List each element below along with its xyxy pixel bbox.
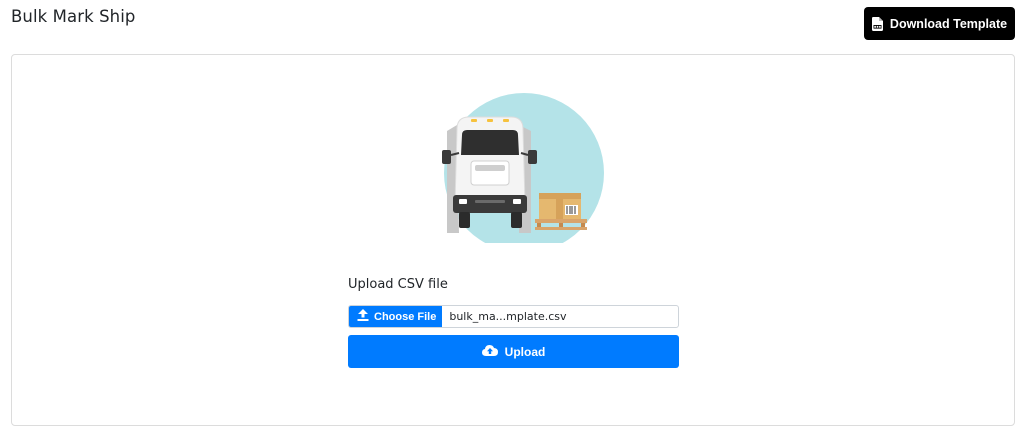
upload-card: Upload CSV file Choose File bulk_ma...mp… <box>11 54 1015 426</box>
download-template-button[interactable]: Download Template <box>864 7 1015 40</box>
upload-icon <box>357 309 369 324</box>
cloud-upload-icon <box>481 344 498 359</box>
upload-csv-label: Upload CSV file <box>348 277 448 292</box>
selected-file-name: bulk_ma...mplate.csv <box>449 310 567 323</box>
csv-file-input[interactable]: Choose File bulk_ma...mplate.csv <box>348 305 679 328</box>
upload-button-label: Upload <box>504 344 546 359</box>
page-title: Bulk Mark Ship <box>11 7 136 26</box>
upload-button[interactable]: Upload <box>348 335 679 368</box>
choose-file-label: Choose File <box>374 310 437 323</box>
csv-file-icon <box>871 16 883 31</box>
download-template-label: Download Template <box>889 16 1008 31</box>
choose-file-button[interactable]: Choose File <box>349 306 443 327</box>
delivery-truck-illustration <box>435 93 615 253</box>
